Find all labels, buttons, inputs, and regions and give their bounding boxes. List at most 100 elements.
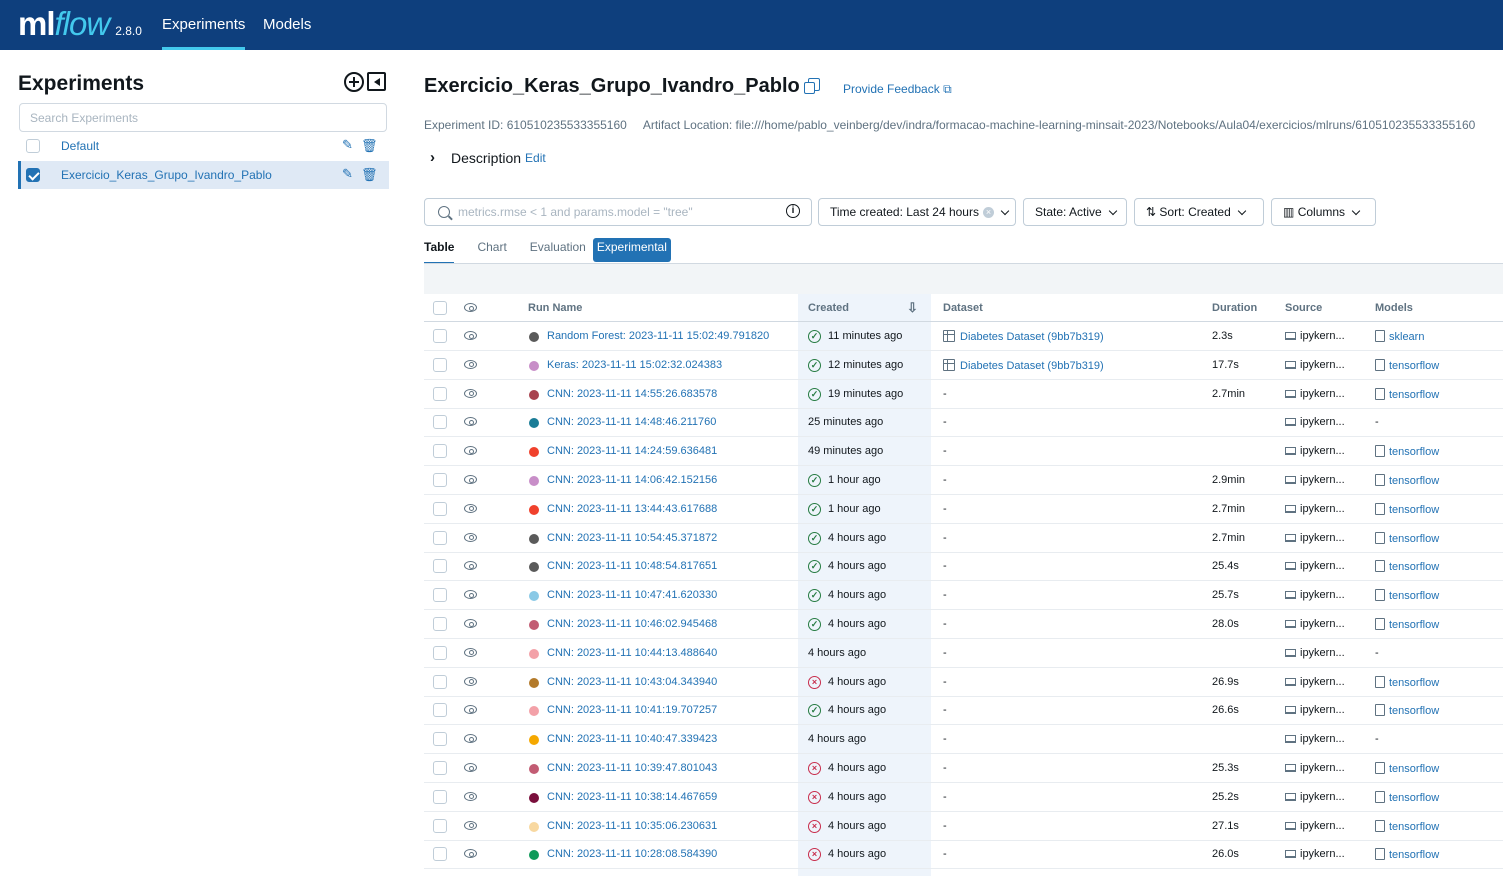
create-experiment-icon[interactable]	[344, 72, 364, 92]
source-cell[interactable]: ipykern...	[1285, 618, 1345, 630]
mlflow-logo[interactable]: ml flow 2.8.0	[18, 2, 142, 48]
run-name-link[interactable]: CNN: 2023-11-11 13:44:43.617688	[547, 503, 717, 515]
experiment-label[interactable]: Exercicio_Keras_Grupo_Ivandro_Pablo	[61, 168, 272, 182]
row-checkbox[interactable]	[433, 415, 447, 430]
dataset-cell[interactable]: Diabetes Dataset (9bb7b319)	[943, 358, 1104, 372]
nav-experiments[interactable]: Experiments	[162, 0, 246, 50]
run-color-dot[interactable]	[529, 476, 539, 486]
source-label[interactable]: ipykern...	[1300, 676, 1345, 688]
visibility-eye-icon[interactable]	[464, 791, 477, 801]
header-source[interactable]: Source	[1285, 302, 1322, 314]
row-checkbox[interactable]	[433, 473, 447, 487]
source-cell[interactable]: ipykern...	[1285, 359, 1345, 371]
run-name-link[interactable]: Keras: 2023-11-11 15:02:32.024383	[547, 359, 722, 371]
run-name-link[interactable]: CNN: 2023-11-11 10:43:04.343940	[547, 676, 717, 688]
model-cell[interactable]: tensorflow	[1375, 618, 1439, 631]
model-label[interactable]: tensorflow	[1389, 590, 1439, 602]
row-checkbox[interactable]	[433, 444, 447, 459]
feedback-label[interactable]: Provide Feedback	[843, 82, 940, 96]
source-label[interactable]: ipykern...	[1300, 848, 1345, 860]
run-search-input[interactable]: metrics.rmse < 1 and params.model = "tre…	[424, 198, 812, 226]
source-cell[interactable]: ipykern...	[1285, 733, 1345, 745]
run-name-link[interactable]: CNN: 2023-11-11 10:46:02.945468	[547, 618, 717, 630]
clear-icon[interactable]: ×	[982, 207, 994, 219]
visibility-eye-icon[interactable]	[464, 561, 477, 571]
source-cell[interactable]: ipykern...	[1285, 647, 1345, 659]
row-checkbox[interactable]	[433, 617, 447, 631]
visibility-eye-icon[interactable]	[464, 417, 477, 427]
run-color-dot[interactable]	[529, 648, 539, 659]
row-checkbox[interactable]	[433, 329, 447, 343]
visibility-eye-icon[interactable]	[464, 647, 477, 657]
model-label[interactable]: tensorflow	[1389, 360, 1439, 372]
copy-icon[interactable]	[804, 78, 820, 94]
model-label[interactable]: tensorflow	[1389, 533, 1439, 545]
model-cell[interactable]: tensorflow	[1375, 704, 1439, 717]
run-name-link[interactable]: CNN: 2023-11-11 10:41:19.707257	[547, 704, 717, 716]
model-label[interactable]: tensorflow	[1389, 677, 1439, 689]
row-checkbox[interactable]	[433, 818, 447, 833]
columns-dropdown[interactable]: ▥ Columns	[1271, 198, 1376, 226]
source-cell[interactable]: ipykern...	[1285, 474, 1345, 486]
visibility-eye-icon[interactable]	[464, 331, 477, 340]
run-color-dot[interactable]	[529, 850, 539, 861]
run-name-link[interactable]: CNN: 2023-11-11 10:40:47.339423	[547, 733, 717, 745]
run-color-dot[interactable]	[529, 591, 539, 602]
model-label[interactable]: tensorflow	[1389, 446, 1439, 458]
source-cell[interactable]: ipykern...	[1285, 589, 1345, 601]
edit-pencil-icon[interactable]: ✎	[342, 137, 353, 153]
visibility-eye-icon[interactable]	[464, 359, 477, 369]
run-color-dot[interactable]	[529, 562, 539, 573]
model-cell[interactable]: tensorflow	[1375, 589, 1439, 602]
model-cell[interactable]: tensorflow	[1375, 848, 1439, 861]
run-color-dot[interactable]	[529, 360, 539, 371]
model-cell[interactable]: tensorflow	[1375, 675, 1439, 689]
source-label[interactable]: ipykern...	[1300, 618, 1345, 630]
row-checkbox[interactable]	[433, 357, 447, 372]
model-label[interactable]: tensorflow	[1389, 705, 1439, 717]
run-color-dot[interactable]	[529, 389, 539, 400]
visibility-eye-icon[interactable]	[464, 619, 477, 628]
visibility-eye-icon[interactable]	[464, 820, 477, 830]
row-checkbox[interactable]	[433, 386, 447, 401]
run-name-link[interactable]: CNN: 2023-11-11 14:48:46.211760	[547, 416, 716, 428]
source-label[interactable]: ipykern...	[1300, 532, 1345, 544]
source-label[interactable]: ipykern...	[1300, 589, 1345, 601]
row-checkbox[interactable]	[433, 530, 447, 545]
run-name-link[interactable]: CNN: 2023-11-11 10:39:47.801043	[547, 762, 717, 774]
header-dataset[interactable]: Dataset	[943, 302, 983, 314]
run-color-dot[interactable]	[529, 735, 539, 746]
sort-desc-icon[interactable]: ⇩	[907, 300, 918, 316]
row-checkbox[interactable]	[433, 732, 447, 747]
run-color-dot[interactable]	[529, 706, 539, 717]
row-checkbox[interactable]	[433, 789, 447, 804]
source-label[interactable]: ipykern...	[1300, 733, 1345, 745]
dataset-cell[interactable]: Diabetes Dataset (9bb7b319)	[943, 330, 1104, 343]
run-name-link[interactable]: CNN: 2023-11-11 10:28:08.584390	[547, 848, 717, 860]
header-run-name[interactable]: Run Name	[528, 302, 582, 314]
row-checkbox[interactable]	[433, 674, 447, 689]
source-label[interactable]: ipykern...	[1300, 647, 1345, 659]
run-color-dot[interactable]	[529, 533, 539, 544]
tab-table[interactable]: Table	[424, 240, 455, 264]
row-checkbox[interactable]	[433, 645, 447, 660]
run-color-dot[interactable]	[529, 677, 539, 688]
model-cell[interactable]: tensorflow	[1375, 790, 1439, 804]
sort-dropdown[interactable]: ⇅ Sort: Created	[1134, 198, 1264, 226]
source-cell[interactable]: ipykern...	[1285, 330, 1345, 342]
header-created[interactable]: Created	[808, 302, 849, 314]
visibility-eye-icon[interactable]	[464, 705, 477, 715]
nav-models[interactable]: Models	[263, 0, 311, 50]
run-color-dot[interactable]	[529, 764, 539, 774]
source-label[interactable]: ipykern...	[1300, 474, 1345, 486]
model-cell[interactable]: tensorflow	[1375, 531, 1439, 545]
experiment-checkbox-checked[interactable]	[26, 168, 40, 182]
run-name-link[interactable]: Random Forest: 2023-11-11 15:02:49.79182…	[547, 330, 769, 342]
source-label[interactable]: ipykern...	[1300, 445, 1345, 457]
model-label[interactable]: tensorflow	[1389, 389, 1439, 401]
run-color-dot[interactable]	[529, 620, 539, 630]
info-icon[interactable]: i	[786, 204, 800, 218]
header-models[interactable]: Models	[1375, 302, 1413, 314]
source-label[interactable]: ipykern...	[1300, 359, 1345, 371]
model-cell[interactable]: tensorflow	[1375, 445, 1439, 458]
